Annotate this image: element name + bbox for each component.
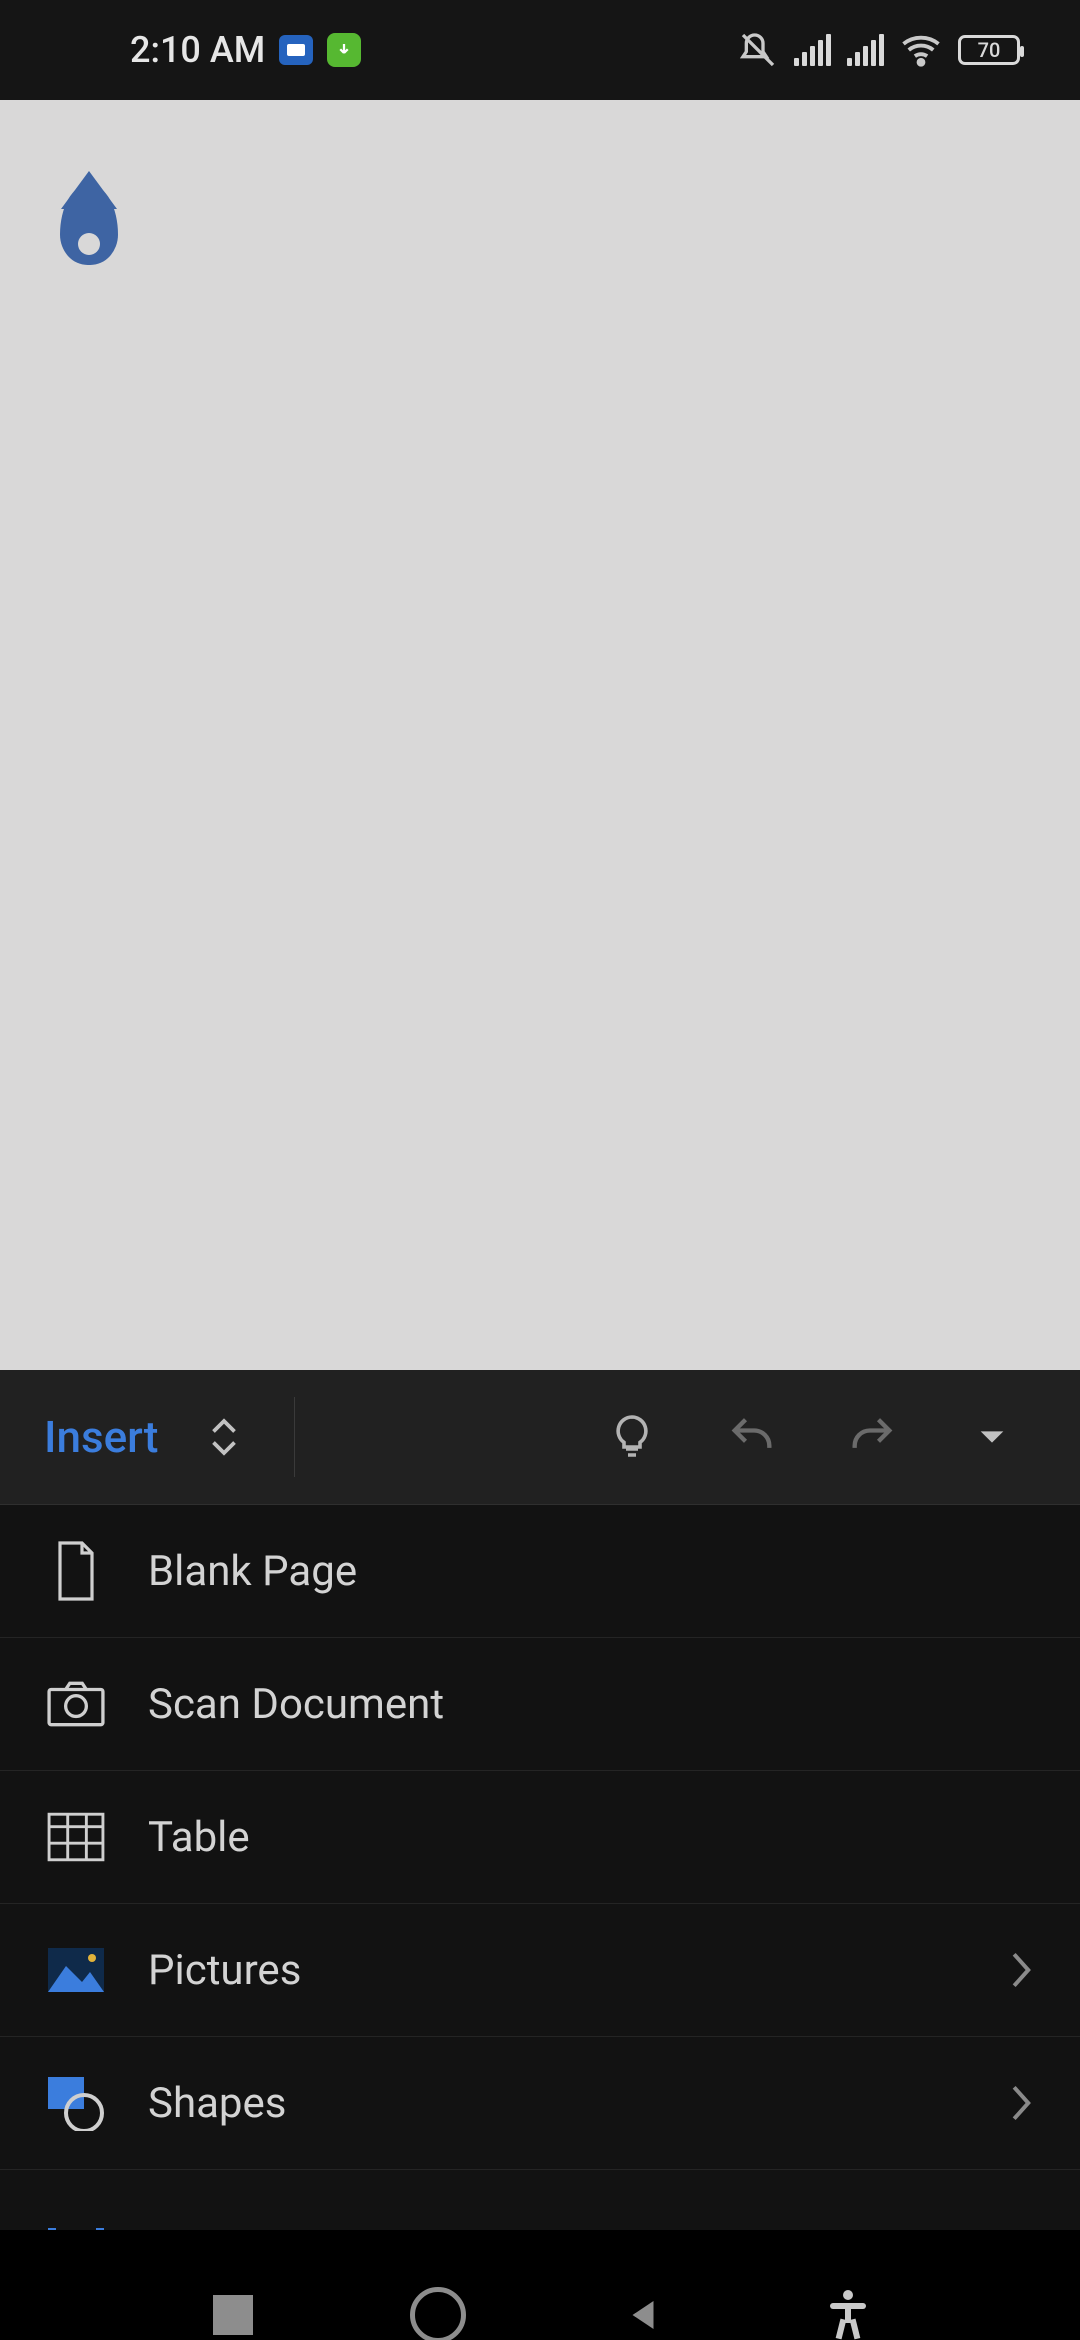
battery-icon: 70 [958,35,1020,65]
document-canvas[interactable] [0,100,1080,1370]
nav-recents-button[interactable] [188,2270,278,2340]
cursor-handle-icon[interactable] [60,185,118,265]
status-left: 2:10 AM [130,29,361,71]
insert-item-label: Shapes [148,2079,1008,2128]
chevron-right-icon [1008,1948,1036,1992]
chevron-right-icon [1008,2081,1036,2125]
shapes-icon [44,2071,108,2135]
insert-scan-document[interactable]: Scan Document [0,1638,1080,1771]
insert-table[interactable]: Table [0,1771,1080,1904]
circle-icon [410,2287,466,2340]
collapse-ribbon-button[interactable] [932,1370,1052,1504]
nav-back-button[interactable] [598,2270,688,2340]
signal-sim1-icon [794,34,831,66]
redo-icon [846,1411,898,1463]
tell-me-button[interactable] [572,1370,692,1504]
redo-button[interactable] [812,1370,932,1504]
nav-home-button[interactable] [393,2270,483,2340]
insert-item-label: Table [148,1813,1036,1862]
insert-item-label: Blank Page [148,1547,1036,1596]
insert-item-label: Pictures [148,1946,1008,1995]
insert-pictures[interactable]: Pictures [0,1904,1080,2037]
accessibility-icon [824,2289,872,2340]
square-icon [213,2295,253,2335]
picture-icon [44,1938,108,2002]
chevron-down-icon [975,1420,1009,1454]
insert-blank-page[interactable]: Blank Page [0,1505,1080,1638]
ribbon-switch-button[interactable] [206,1397,295,1477]
clock: 2:10 AM [130,29,265,71]
lightbulb-icon [608,1413,656,1461]
message-notification-icon [279,35,313,65]
mute-icon [738,30,778,70]
nav-accessibility-button[interactable] [803,2270,893,2340]
undo-button[interactable] [692,1370,812,1504]
download-notification-icon [327,33,361,67]
insert-item-label: Scan Document [148,1680,1036,1729]
table-icon [44,1805,108,1869]
system-nav-bar [0,2230,1080,2340]
battery-pct: 70 [978,38,1001,62]
wifi-icon [900,29,942,71]
status-right: 70 [738,29,1020,71]
camera-icon [44,1672,108,1736]
textbox-icon [44,2206,108,2230]
undo-icon [726,1411,778,1463]
page-icon [44,1539,108,1603]
signal-sim2-icon [847,34,884,66]
ribbon-tab-label[interactable]: Insert [44,1411,158,1463]
ribbon-header: Insert [0,1370,1080,1505]
insert-item-partial[interactable] [0,2170,1080,2230]
status-bar: 2:10 AM 70 [0,0,1080,100]
insert-menu: Blank Page Scan Document Table Pictures … [0,1505,1080,2230]
triangle-left-icon [622,2294,664,2336]
insert-shapes[interactable]: Shapes [0,2037,1080,2170]
